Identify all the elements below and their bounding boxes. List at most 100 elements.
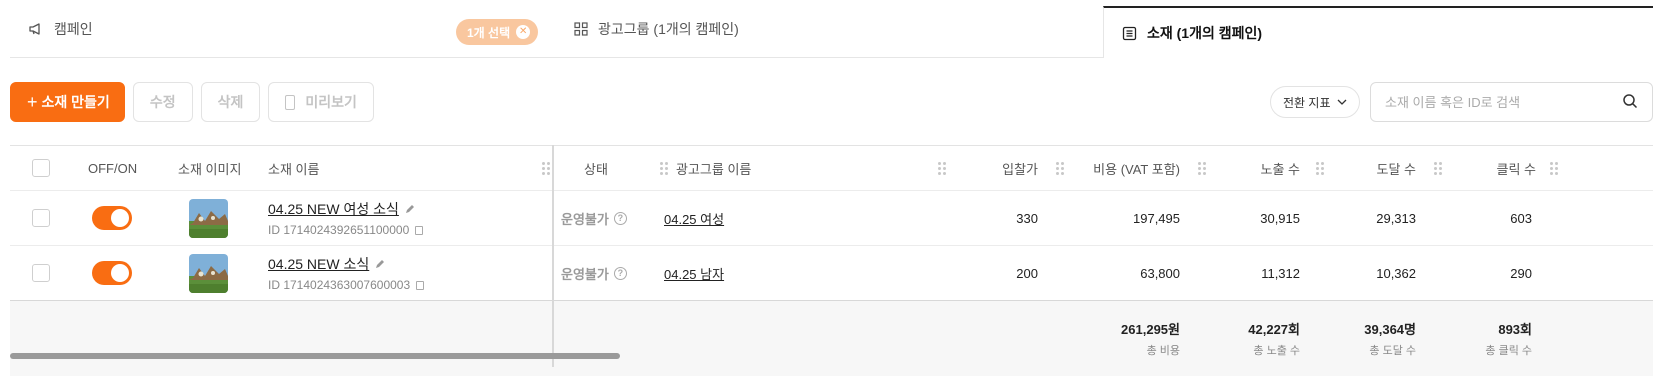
reach-value: 10,362 <box>1376 265 1416 281</box>
total-cost-label: 총 비용 <box>1146 345 1180 357</box>
total-impressions: 42,227회 총 노출 수 <box>1200 301 1300 376</box>
clicks-value: 603 <box>1510 210 1532 226</box>
pencil-icon[interactable] <box>375 259 385 269</box>
impressions-value: 11,312 <box>1261 265 1300 281</box>
tab-campaign-label: 캠페인 <box>54 21 93 37</box>
col-bid[interactable]: 입찰가 <box>980 146 1038 190</box>
horizontal-scrollbar[interactable] <box>10 353 620 359</box>
mobile-icon <box>285 94 296 110</box>
total-reach-label: 총 도달 수 <box>1369 345 1416 357</box>
drag-handle-icon[interactable] <box>1056 162 1064 175</box>
col-onoff: OFF/ON <box>88 160 138 176</box>
toolbar: + 소재 만들기 수정 삭제 미리보기 <box>10 82 374 122</box>
frozen-column-divider <box>552 145 554 367</box>
row-checkbox-cell <box>32 246 50 300</box>
col-cost[interactable]: 비용 (VAT 포함) <box>1070 146 1180 190</box>
drag-handle-icon[interactable] <box>542 162 550 175</box>
row-checkbox[interactable] <box>32 264 50 282</box>
preview-button[interactable]: 미리보기 <box>268 82 374 122</box>
drag-handle-icon[interactable] <box>1316 162 1324 175</box>
edit-button[interactable]: 수정 <box>132 82 193 122</box>
create-creative-label: 소재 만들기 <box>41 94 110 110</box>
creative-name-link[interactable]: 04.25 NEW 여성 소식 <box>268 199 415 219</box>
tab-divider <box>10 57 1105 58</box>
creative-name-cell: 04.25 NEW 여성 소식 ID 1714024392651100000 <box>268 191 424 245</box>
drag-handle-icon[interactable] <box>1198 162 1206 175</box>
total-clicks-value: 893회 <box>1498 322 1532 337</box>
onoff-toggle[interactable] <box>92 206 132 230</box>
adgroup-cell: 04.25 남자 <box>664 246 724 300</box>
totals-row: 261,295원 총 비용 42,227회 총 노출 수 39,364명 총 도… <box>10 301 1653 376</box>
col-name[interactable]: 소재 이름 <box>268 146 319 190</box>
plus-icon: + <box>27 91 38 112</box>
creative-thumbnail[interactable] <box>189 198 228 238</box>
select-all-checkbox-cell <box>32 146 50 190</box>
cost-value: 63,800 <box>1140 265 1180 281</box>
tab-campaign[interactable]: 캠페인 <box>28 0 93 58</box>
onoff-toggle[interactable] <box>92 261 132 285</box>
creative-name-cell: 04.25 NEW 소식 ID 1714024363007600003 <box>268 246 425 300</box>
tab-creative-label: 소재 (1개의 캠페인) <box>1147 25 1263 41</box>
onoff-cell <box>92 191 132 245</box>
table-row[interactable]: 04.25 NEW 소식 ID 1714024363007600003 운영불가… <box>10 246 1653 301</box>
total-impressions-value: 42,227회 <box>1248 322 1300 337</box>
row-checkbox-cell <box>32 191 50 245</box>
create-creative-button[interactable]: + 소재 만들기 <box>10 82 125 122</box>
delete-button[interactable]: 삭제 <box>200 82 261 122</box>
total-reach-value: 39,364명 <box>1364 322 1416 337</box>
drag-handle-icon[interactable] <box>938 162 946 175</box>
total-reach: 39,364명 총 도달 수 <box>1320 301 1416 376</box>
col-image: 소재 이미지 <box>178 161 242 177</box>
table-row[interactable]: 04.25 NEW 여성 소식 ID 1714024392651100000 운… <box>10 191 1653 246</box>
col-status: 상태 <box>584 161 608 177</box>
status-cell: 운영불가 ? <box>561 191 627 245</box>
tab-bar: 캠페인 1개 선택 ✕ 광고그룹 (1개의 캠페인) 소재 (1개의 캠페인) <box>0 0 1653 58</box>
adgroup-link[interactable]: 04.25 남자 <box>664 264 724 283</box>
preview-label: 미리보기 <box>305 94 357 110</box>
copy-icon[interactable] <box>416 280 425 290</box>
edit-label: 수정 <box>149 94 176 110</box>
table-header: OFF/ON 소재 이미지 소재 이름 상태 광고그룹 이름 입찰가 비용 (V… <box>10 146 1653 191</box>
drag-handle-icon[interactable] <box>1434 162 1442 175</box>
adgroup-link[interactable]: 04.25 여성 <box>664 209 724 228</box>
help-icon[interactable]: ? <box>613 266 627 280</box>
row-checkbox[interactable] <box>32 209 50 227</box>
total-clicks-label: 총 클릭 수 <box>1485 345 1532 357</box>
clear-selection-icon[interactable]: ✕ <box>516 25 531 39</box>
cost-value: 197,495 <box>1133 210 1180 226</box>
drag-handle-icon[interactable] <box>660 162 668 175</box>
reach-value: 29,313 <box>1376 210 1416 226</box>
chevron-down-icon <box>1337 99 1347 105</box>
copy-icon[interactable] <box>415 225 424 235</box>
metric-dropdown[interactable]: 전환 지표 <box>1270 86 1360 118</box>
pencil-icon[interactable] <box>405 204 415 214</box>
bid-value: 200 <box>1016 265 1038 281</box>
creative-name: 04.25 NEW 소식 <box>268 256 370 272</box>
drag-handle-icon[interactable] <box>1550 162 1558 175</box>
delete-label: 삭제 <box>217 94 244 110</box>
creative-thumbnail[interactable] <box>189 253 228 293</box>
megaphone-icon <box>28 21 44 37</box>
help-icon[interactable]: ? <box>613 211 627 225</box>
col-impressions[interactable]: 노출 수 <box>1230 146 1301 190</box>
search-input[interactable] <box>1385 94 1622 110</box>
selected-count-label: 1개 선택 <box>467 25 511 40</box>
creative-id: ID 1714024392651100000 <box>268 223 410 237</box>
total-impressions-label: 총 노출 수 <box>1253 345 1300 357</box>
total-clicks: 893회 총 클릭 수 <box>1440 301 1532 376</box>
impressions-value: 30,915 <box>1260 210 1300 226</box>
tab-adgroup[interactable]: 광고그룹 (1개의 캠페인) <box>574 0 739 58</box>
search-icon[interactable] <box>1622 93 1638 112</box>
search-box <box>1370 82 1653 122</box>
select-all-checkbox[interactable] <box>32 159 50 177</box>
creative-name-link[interactable]: 04.25 NEW 소식 <box>268 254 385 274</box>
selected-count-badge[interactable]: 1개 선택 ✕ <box>456 19 539 45</box>
adgroup-cell: 04.25 여성 <box>664 191 724 245</box>
bid-value: 330 <box>1016 210 1038 226</box>
col-adgroup[interactable]: 광고그룹 이름 <box>676 146 751 190</box>
col-reach[interactable]: 도달 수 <box>1350 146 1417 190</box>
col-clicks[interactable]: 클릭 수 <box>1470 146 1537 190</box>
status-text: 운영불가 <box>561 211 609 227</box>
total-cost-value: 261,295원 <box>1121 322 1180 337</box>
tab-creative[interactable]: 소재 (1개의 캠페인) <box>1103 6 1653 58</box>
